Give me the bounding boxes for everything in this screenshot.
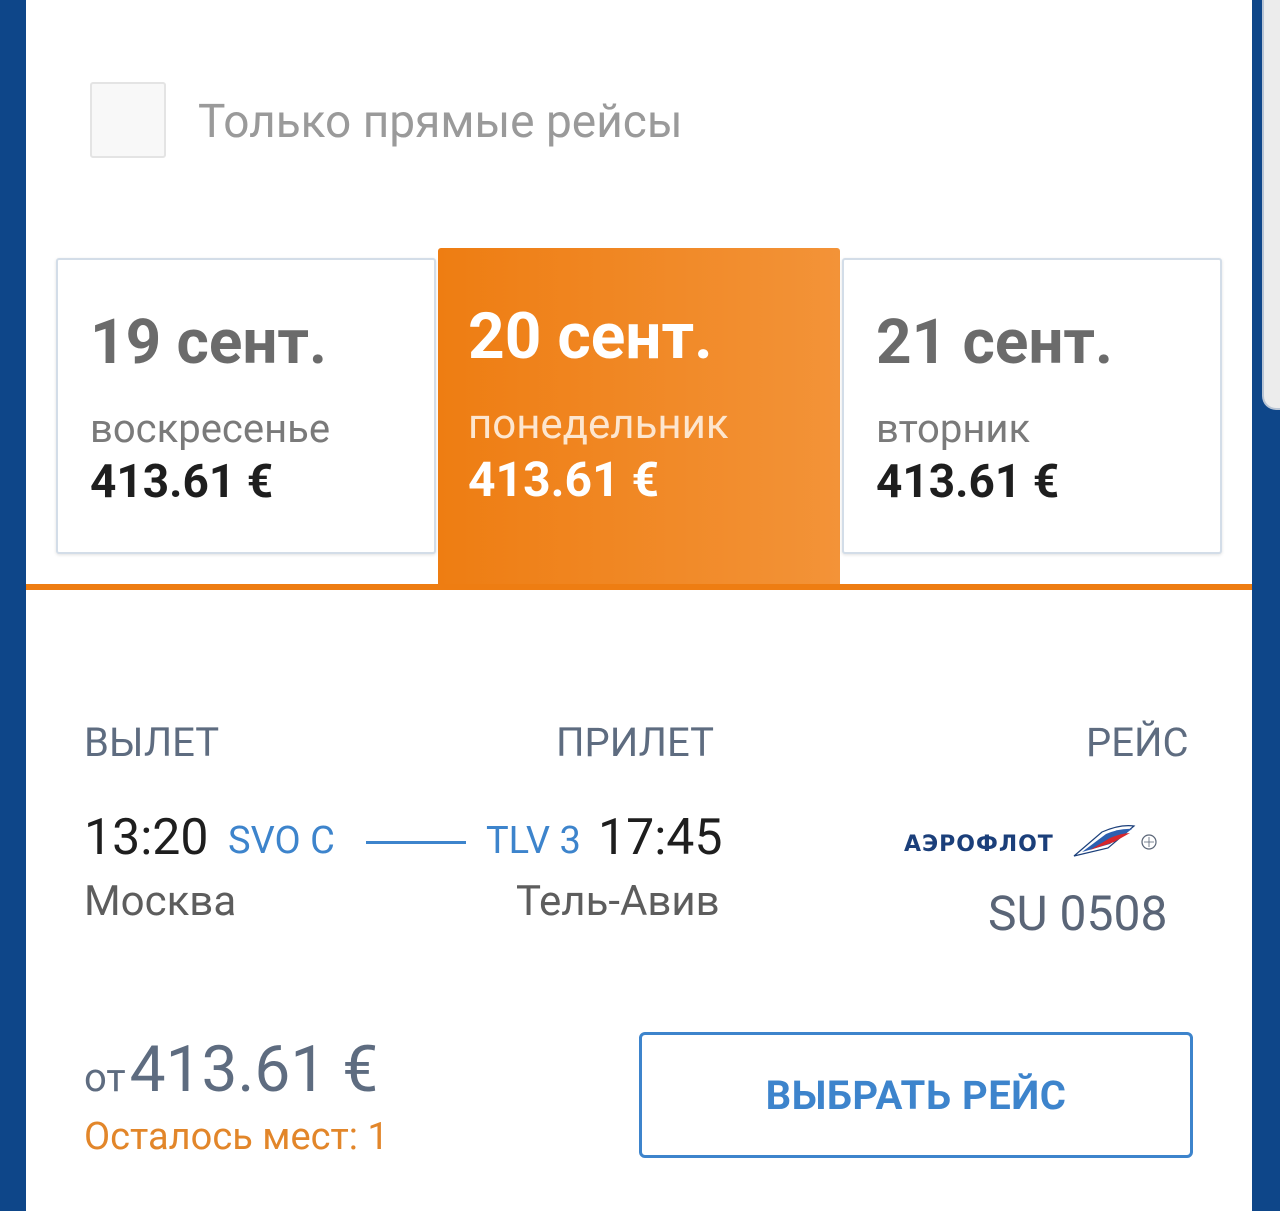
date-label: 19 сент. [90,306,328,379]
seats-left: Осталось мест: 1 [84,1115,389,1159]
left-frame [0,0,26,1211]
select-flight-label: ВЫБРАТЬ РЕЙС [765,1071,1067,1119]
price-amount: 413.61 € [129,1032,379,1107]
weekday-label: воскресенье [90,405,331,452]
weekday-label: понедельник [468,400,729,449]
selected-date-underline [26,584,1252,590]
departure-airport-code: SVO C [228,819,335,863]
route-line [366,841,466,844]
date-price: 413.61 € [90,455,274,509]
departure-time: 13:20 [84,809,209,867]
departure-header: ВЫЛЕТ [84,719,220,766]
date-tab-19[interactable]: 19 сент. воскресенье 413.61 € [56,258,436,554]
arrival-time: 17:45 [598,809,723,867]
date-label: 20 сент. [468,299,713,374]
date-label: 21 сент. [876,306,1114,379]
select-flight-button[interactable]: ВЫБРАТЬ РЕЙС [639,1032,1193,1158]
date-tab-21[interactable]: 21 сент. вторник 413.61 € [842,258,1222,554]
price-prefix: от [84,1054,126,1101]
arrival-header: ПРИЛЕТ [556,719,714,766]
flight-card: Только прямые рейсы 19 сент. воскресенье… [26,0,1252,1211]
flight-number: SU 0508 [988,885,1168,942]
date-price: 413.61 € [876,455,1060,509]
date-price: 413.61 € [468,451,660,508]
direct-only-checkbox[interactable] [90,82,166,158]
flight-header: РЕЙС [1086,719,1189,766]
direct-only-label[interactable]: Только прямые рейсы [198,92,683,152]
price-block: от 413.61 € [84,1032,378,1124]
airline-name: АЭРОФЛОТ [904,832,1054,857]
arrival-city: Тель-Авив [516,877,720,926]
right-frame [1252,0,1280,1211]
aeroflot-logo: АЭРОФЛОТ [904,825,1157,857]
scrollbar[interactable] [1262,0,1280,410]
departure-city: Москва [84,877,237,926]
date-tab-20-selected[interactable]: 20 сент. понедельник 413.61 € [438,248,840,588]
arrival-airport-code: TLV 3 [486,819,581,863]
weekday-label: вторник [876,405,1031,452]
